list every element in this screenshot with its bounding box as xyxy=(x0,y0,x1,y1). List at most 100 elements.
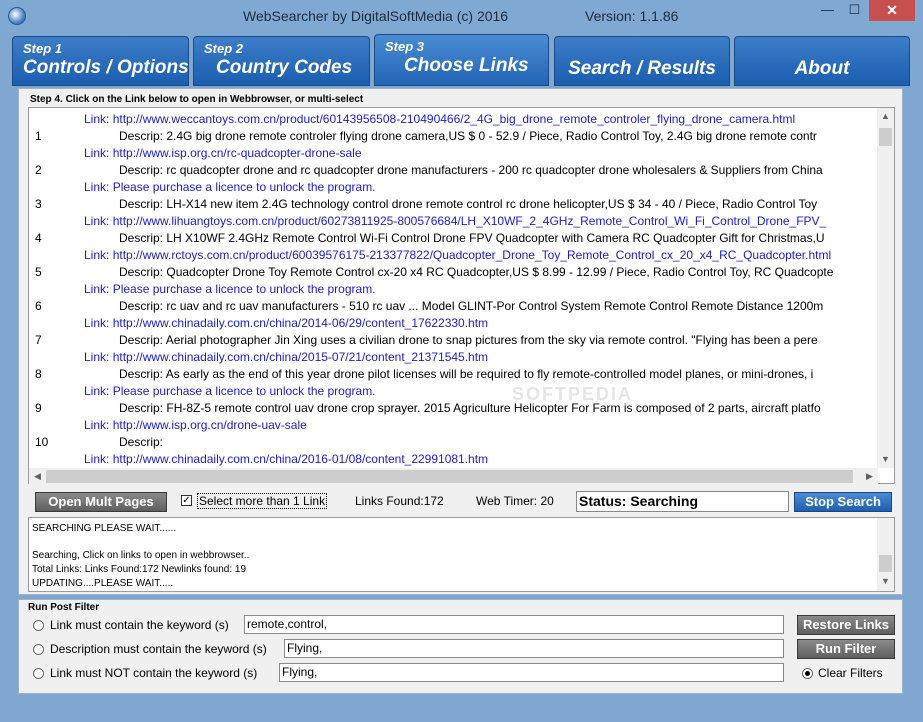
scroll-down-icon[interactable]: ▼ xyxy=(877,573,894,590)
result-link-row[interactable]: Link: http://www.isp.org.cn/drone-uav-sa… xyxy=(84,417,307,434)
scroll-left-icon[interactable]: ◀ xyxy=(29,468,46,485)
description-text: Quadcopter Drone Toy Remote Control cx-2… xyxy=(166,265,834,279)
link-url: Please purchase a licence to unlock the … xyxy=(112,384,376,398)
link-prefix: Link: xyxy=(84,248,110,262)
descrip-prefix: Descrip: xyxy=(119,197,164,211)
result-link-row[interactable]: Link: Please purchase a licence to unloc… xyxy=(84,383,376,400)
tab-label: Choose Links xyxy=(404,55,529,76)
web-timer: Web Timer: 20 xyxy=(476,494,554,508)
clear-filters-radio[interactable] xyxy=(802,668,813,679)
link-prefix: Link: xyxy=(84,180,110,194)
results-list[interactable]: Link: http://www.weccantoys.com.cn/produ… xyxy=(28,107,895,485)
close-button[interactable]: ✕ xyxy=(869,0,915,21)
link-prefix: Link: xyxy=(84,282,110,296)
result-link-row[interactable]: Link: http://www.lihuangtoys.com.cn/prod… xyxy=(84,213,826,230)
version-label: Version: 1.1.86 xyxy=(585,8,679,24)
description-text: rc uav and rc uav manufacturers - 510 rc… xyxy=(166,299,824,313)
result-description-row[interactable]: Descrip: Aerial photographer Jin Xing us… xyxy=(119,332,818,349)
result-description-row[interactable]: Descrip: LH-X14 new item 2.4G technology… xyxy=(119,196,817,213)
result-description-row[interactable]: Descrip: LH X10WF 2.4GHz Remote Control … xyxy=(119,230,825,247)
results-horizontal-scrollbar[interactable]: ◀ ▶ xyxy=(29,468,878,485)
link-url: http://www.rctoys.com.cn/product/6003957… xyxy=(112,248,832,262)
link-prefix: Link: xyxy=(84,384,110,398)
scroll-up-icon[interactable]: ▲ xyxy=(877,108,894,125)
results-vertical-scrollbar[interactable]: ▲ ▼ xyxy=(877,108,894,468)
description-text: As early as the end of this year drone p… xyxy=(165,367,814,381)
restore-links-button[interactable]: Restore Links xyxy=(797,615,895,635)
filter-link-contains-input[interactable]: remote,control, xyxy=(244,615,784,634)
result-description-row[interactable]: Descrip: rc quadcopter drone and rc quad… xyxy=(119,162,823,179)
open-mult-pages-button[interactable]: Open Mult Pages xyxy=(35,492,167,512)
tab-label: Country Codes xyxy=(216,57,353,78)
tab-label: Controls / Options xyxy=(23,57,189,78)
descrip-prefix: Descrip: xyxy=(119,333,164,347)
app-icon[interactable] xyxy=(8,7,26,25)
scroll-thumb[interactable] xyxy=(879,128,892,146)
scroll-right-icon[interactable]: ▶ xyxy=(861,468,878,485)
description-text: 2.4G big drone remote controler flying d… xyxy=(166,129,817,143)
result-index: 2 xyxy=(35,163,42,177)
filter-link-contains-label: Link must contain the keyword (s) xyxy=(50,618,229,632)
results-group-label: Step 4. Click on the Link below to open … xyxy=(28,94,366,105)
tab-about[interactable]: About xyxy=(734,36,910,86)
result-description-row[interactable]: Descrip: rc uav and rc uav manufacturers… xyxy=(119,298,823,315)
descrip-prefix: Descrip: xyxy=(119,129,164,143)
filter-description-contains-radio[interactable] xyxy=(33,644,44,655)
description-text: FH-8Z-5 remote control uav drone crop sp… xyxy=(166,401,821,415)
maximize-button[interactable]: ☐ xyxy=(841,0,868,21)
result-description-row[interactable]: Descrip: xyxy=(119,434,163,451)
descrip-prefix: Descrip: xyxy=(119,367,164,381)
result-link-row[interactable]: Link: Please purchase a licence to unloc… xyxy=(84,179,376,196)
scroll-thumb[interactable] xyxy=(879,555,892,572)
tab-step-label: Step 3 xyxy=(385,39,425,54)
result-description-row[interactable]: Descrip: Quadcopter Drone Toy Remote Con… xyxy=(119,264,833,281)
result-description-row[interactable]: Descrip: FH-8Z-5 remote control uav dron… xyxy=(119,400,821,417)
run-filter-button[interactable]: Run Filter xyxy=(797,639,895,659)
filter-description-contains-input[interactable]: Flying, xyxy=(284,639,784,658)
link-url: http://www.weccantoys.com.cn/product/601… xyxy=(112,112,796,126)
watermark: SOFTPEDIA xyxy=(512,384,634,404)
link-url: http://www.isp.org.cn/drone-uav-sale xyxy=(112,418,307,432)
links-found-count: Links Found:172 xyxy=(355,494,444,508)
result-link-row[interactable]: Link: http://www.chinadaily.com.cn/china… xyxy=(84,349,488,366)
select-more-label[interactable]: Select more than 1 Link xyxy=(197,493,328,509)
log-line: Total Links: Links Found:172 Newlinks fo… xyxy=(32,564,247,575)
link-url: Please purchase a licence to unlock the … xyxy=(112,282,376,296)
scroll-thumb[interactable] xyxy=(46,470,853,483)
filter-link-not-contains-radio[interactable] xyxy=(33,668,44,679)
select-more-checkbox[interactable]: ✓ xyxy=(181,495,192,506)
filter-link-contains-radio[interactable] xyxy=(33,620,44,631)
result-index: 6 xyxy=(35,299,42,313)
tab-step-label: Step 1 xyxy=(23,41,63,56)
description-text: LH X10WF 2.4GHz Remote Control Wi-Fi Con… xyxy=(166,231,825,245)
result-link-row[interactable]: Link: Please purchase a licence to unloc… xyxy=(84,281,376,298)
log-output[interactable]: SEARCHING PLEASE WAIT...... Searching, C… xyxy=(28,517,895,592)
tab-country-codes[interactable]: Step 2 Country Codes xyxy=(193,36,370,86)
log-scrollbar[interactable]: ▼ xyxy=(877,518,894,591)
description-text: Aerial photographer Jin Xing uses a civi… xyxy=(165,333,818,347)
tab-choose-links[interactable]: Step 3 Choose Links xyxy=(374,34,549,86)
tab-label: Search / Results xyxy=(568,58,716,79)
result-link-row[interactable]: Link: http://www.chinadaily.com.cn/china… xyxy=(84,315,488,332)
descrip-prefix: Descrip: xyxy=(119,231,164,245)
description-text: rc quadcopter drone and rc quadcopter dr… xyxy=(166,163,823,177)
result-link-row[interactable]: Link: http://www.weccantoys.com.cn/produ… xyxy=(84,111,795,128)
link-prefix: Link: xyxy=(84,452,110,466)
tab-controls-options[interactable]: Step 1 Controls / Options xyxy=(12,36,189,86)
stop-search-button[interactable]: Stop Search xyxy=(794,492,892,512)
tab-step-label: Step 2 xyxy=(204,41,244,56)
descrip-prefix: Descrip: xyxy=(119,265,164,279)
result-link-row[interactable]: Link: http://www.rctoys.com.cn/product/6… xyxy=(84,247,831,264)
tab-search-results[interactable]: Search / Results xyxy=(554,36,730,86)
result-link-row[interactable]: Link: http://www.isp.org.cn/rc-quadcopte… xyxy=(84,145,362,162)
result-index: 5 xyxy=(35,265,42,279)
scroll-down-icon[interactable]: ▼ xyxy=(877,451,894,468)
result-description-row[interactable]: Descrip: As early as the end of this yea… xyxy=(119,366,813,383)
result-description-row[interactable]: Descrip: 2.4G big drone remote controler… xyxy=(119,128,817,145)
link-prefix: Link: xyxy=(84,316,110,330)
link-prefix: Link: xyxy=(84,350,110,364)
link-url: Please purchase a licence to unlock the … xyxy=(112,180,376,194)
result-link-row[interactable]: Link: http://www.chinadaily.com.cn/china… xyxy=(84,451,488,468)
filter-link-not-contains-input[interactable]: Flying, xyxy=(279,663,784,682)
minimize-button[interactable]: — xyxy=(814,0,841,21)
